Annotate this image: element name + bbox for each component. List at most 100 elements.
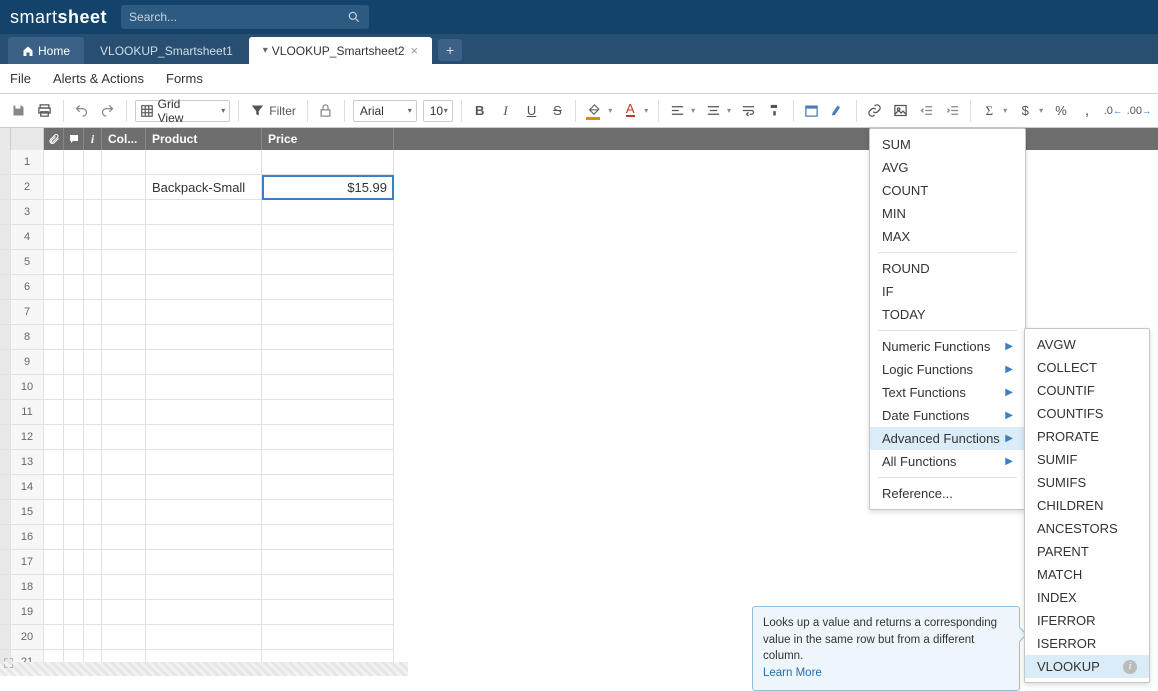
cell[interactable] [102,600,146,625]
menu-item-avgw[interactable]: AVGW [1025,333,1149,356]
price-column-header[interactable]: Price [262,128,394,150]
date-button[interactable] [801,100,823,122]
product-cell[interactable] [146,450,262,475]
cell[interactable] [44,275,64,300]
row-primary[interactable] [0,325,11,350]
cell[interactable] [44,200,64,225]
product-cell[interactable] [146,400,262,425]
cell[interactable] [64,525,84,550]
font-selector[interactable]: Arial [353,100,417,122]
link-button[interactable] [864,100,886,122]
cell[interactable] [84,500,102,525]
row-number[interactable]: 13 [11,450,44,475]
cell[interactable] [102,350,146,375]
price-cell[interactable] [262,550,394,575]
row-primary[interactable] [0,375,11,400]
cell[interactable] [84,350,102,375]
cell[interactable] [64,450,84,475]
submenu-logic-functions[interactable]: Logic Functions▶ [870,358,1025,381]
menu-item-sumif[interactable]: SUMIF [1025,448,1149,471]
wrap-button[interactable] [738,100,760,122]
sigma-button[interactable]: Σ [978,100,1000,122]
cell[interactable] [64,200,84,225]
valign-dropdown[interactable]: ▾ [724,106,734,115]
row-number[interactable]: 20 [11,625,44,650]
cell[interactable] [102,375,146,400]
cell[interactable] [64,625,84,650]
product-cell[interactable]: Backpack-Small [146,175,262,200]
row-primary[interactable] [0,250,11,275]
undo-button[interactable] [71,100,93,122]
menu-item-round[interactable]: ROUND [870,257,1025,280]
print-button[interactable] [34,100,56,122]
row-number[interactable]: 18 [11,575,44,600]
cell[interactable] [102,200,146,225]
cell[interactable] [84,250,102,275]
cell[interactable] [84,225,102,250]
row-number[interactable]: 7 [11,300,44,325]
submenu-advanced-functions[interactable]: Advanced Functions▶ [870,427,1025,450]
cell[interactable] [102,450,146,475]
lock-button[interactable] [315,100,337,122]
menu-item-if[interactable]: IF [870,280,1025,303]
menu-item-avg[interactable]: AVG [870,156,1025,179]
currency-dropdown[interactable]: ▾ [1036,106,1046,115]
cell[interactable] [64,350,84,375]
cell[interactable] [64,475,84,500]
product-cell[interactable] [146,200,262,225]
tab-home[interactable]: Home [8,37,84,64]
cell[interactable] [84,400,102,425]
row-primary[interactable] [0,500,11,525]
product-cell[interactable] [146,225,262,250]
menu-item-sum[interactable]: SUM [870,133,1025,156]
price-cell[interactable] [262,525,394,550]
product-cell[interactable] [146,250,262,275]
submenu-numeric-functions[interactable]: Numeric Functions▶ [870,335,1025,358]
bold-button[interactable]: B [469,100,491,122]
cell[interactable] [44,300,64,325]
row-number[interactable]: 19 [11,600,44,625]
product-cell[interactable] [146,575,262,600]
row-primary[interactable] [0,475,11,500]
price-cell[interactable] [262,225,394,250]
cell[interactable] [102,150,146,175]
row-number[interactable]: 10 [11,375,44,400]
info-icon[interactable]: i [1123,660,1137,674]
cell[interactable] [84,175,102,200]
menu-item-reference[interactable]: Reference... [870,482,1025,505]
product-cell[interactable] [146,425,262,450]
cell[interactable] [64,300,84,325]
cell[interactable] [44,525,64,550]
row-number[interactable]: 15 [11,500,44,525]
cell[interactable] [64,425,84,450]
cell[interactable] [64,175,84,200]
row-number[interactable]: 17 [11,550,44,575]
fill-color-button[interactable] [583,100,605,122]
text-color-button[interactable]: A [619,100,641,122]
cell[interactable] [84,450,102,475]
cell[interactable] [64,275,84,300]
cell[interactable] [64,550,84,575]
product-cell[interactable] [146,600,262,625]
cell[interactable] [84,525,102,550]
cell[interactable] [102,475,146,500]
menu-alerts[interactable]: Alerts & Actions [53,71,144,86]
menu-item-max[interactable]: MAX [870,225,1025,248]
row-primary[interactable] [0,350,11,375]
row-number[interactable]: 12 [11,425,44,450]
cell[interactable] [102,550,146,575]
cell[interactable] [84,550,102,575]
sigma-dropdown[interactable]: ▾ [1000,106,1010,115]
filter-button[interactable]: Filter [246,100,300,122]
cell[interactable] [44,575,64,600]
row-number[interactable]: 6 [11,275,44,300]
cell[interactable] [64,250,84,275]
cell[interactable] [44,625,64,650]
cell[interactable] [64,400,84,425]
row-number[interactable]: 8 [11,325,44,350]
submenu-all-functions[interactable]: All Functions▶ [870,450,1025,473]
menu-item-today[interactable]: TODAY [870,303,1025,326]
strikethrough-button[interactable]: S [546,100,568,122]
menu-item-children[interactable]: CHILDREN [1025,494,1149,517]
currency-button[interactable]: $ [1014,100,1036,122]
